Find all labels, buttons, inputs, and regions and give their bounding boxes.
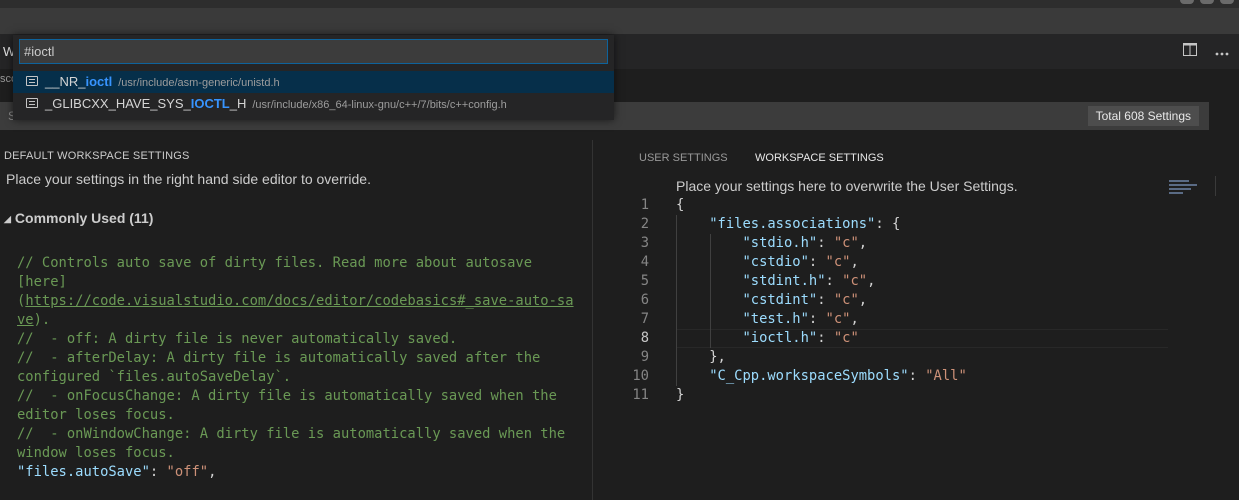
default-settings-pane: DEFAULT WORKSPACE SETTINGS Place your se… (0, 140, 592, 500)
quick-open-input[interactable] (20, 40, 607, 63)
setting-value: "off" (166, 464, 209, 480)
title-bar (0, 0, 1239, 34)
symbol-constant-icon (26, 76, 38, 86)
title-bar-top-strip (0, 0, 1239, 8)
code-text: "cstdio": "c", (742, 254, 859, 270)
result-path: /usr/include/x86_64-linux-gnu/c++/7/bits… (252, 99, 507, 111)
comment-line: // Controls auto save of dirty files. Re… (17, 255, 532, 271)
default-settings-description: Place your settings in the right hand si… (6, 171, 371, 187)
group-title-label: Commonly Used (11) (14, 210, 154, 226)
window-minimize-icon[interactable] (1180, 0, 1194, 4)
total-settings-badge: Total 608 Settings (1087, 106, 1199, 126)
comment-line: // - off: A dirty file is never automati… (17, 331, 458, 347)
line-number: 10 (632, 368, 649, 384)
editor-line[interactable]: 3 "stdio.h": "c", (593, 234, 1239, 253)
result-label: __NR_ioctl/usr/include/asm-generic/unist… (45, 74, 280, 89)
split-editor-icon[interactable] (1181, 43, 1199, 61)
editor-line[interactable]: 7 "test.h": "c", (593, 310, 1239, 329)
comment-line: (https://code.visualstudio.com/docs/edit… (17, 293, 574, 309)
line-number: 8 (640, 330, 649, 346)
autosave-setting-line[interactable]: "files.autoSave": "off", (17, 463, 587, 482)
quick-open-result[interactable]: __NR_ioctl/usr/include/asm-generic/unist… (13, 71, 614, 93)
default-settings-code: // Controls auto save of dirty files. Re… (17, 254, 587, 482)
indent-guide (710, 234, 711, 348)
editor-line[interactable]: 2 "files.associations": { (593, 215, 1239, 234)
comment-line: // - afterDelay: A dirty file is automat… (17, 350, 541, 366)
editor-line[interactable]: 8 "ioctl.h": "c" (593, 329, 1239, 348)
code-text: "cstdint": "c", (742, 292, 868, 308)
workspace-settings-description: Place your settings here to overwrite th… (676, 178, 1018, 194)
line-number: 2 (640, 216, 649, 232)
comment-line: [here] (17, 274, 67, 290)
symbol-constant-icon (26, 98, 38, 108)
comment-line: window loses focus. (17, 445, 175, 461)
editor-line[interactable]: 5 "stdint.h": "c", (593, 272, 1239, 291)
setting-key: "files.autoSave" (17, 464, 150, 480)
editor-line[interactable]: 11} (593, 386, 1239, 405)
indent-guide (676, 215, 677, 386)
line-number: 5 (640, 273, 649, 289)
window-maximize-icon[interactable] (1200, 0, 1214, 4)
collapse-caret-icon[interactable]: ◢ (4, 214, 11, 225)
editor-line[interactable]: 1{ (593, 196, 1239, 215)
autosave-docs-link[interactable]: https://code.visualstudio.com/docs/edito… (25, 293, 573, 309)
editor-minimap[interactable] (1169, 180, 1201, 196)
autosave-docs-link-cont[interactable]: ve (17, 312, 34, 328)
line-number: 4 (640, 254, 649, 270)
comment-line: // - onWindowChange: A dirty file is aut… (17, 426, 566, 442)
settings-json-editor[interactable]: 1{2 "files.associations": {3 "stdio.h": … (593, 196, 1239, 405)
commonly-used-group[interactable]: ◢ Commonly Used (11) (4, 210, 153, 226)
line-number: 6 (640, 292, 649, 308)
workspace-settings-pane: USER SETTINGS WORKSPACE SETTINGS Place y… (593, 140, 1239, 500)
line-number: 3 (640, 235, 649, 251)
editor-scrollbar[interactable] (1215, 176, 1227, 196)
code-text: "ioctl.h": "c" (742, 330, 859, 346)
code-text: "C_Cpp.workspaceSymbols": "All" (709, 368, 967, 384)
default-settings-header: DEFAULT WORKSPACE SETTINGS (4, 150, 190, 162)
editor-line[interactable]: 10 "C_Cpp.workspaceSymbols": "All" (593, 367, 1239, 386)
editor-line[interactable]: 9 }, (593, 348, 1239, 367)
line-number: 1 (640, 197, 649, 213)
quick-open-widget: __NR_ioctl/usr/include/asm-generic/unist… (13, 35, 614, 120)
comment-line: configured `files.autoSaveDelay`. (17, 369, 292, 385)
result-path: /usr/include/asm-generic/unistd.h (118, 77, 280, 89)
result-label: _GLIBCXX_HAVE_SYS_IOCTL_H/usr/include/x8… (45, 96, 507, 111)
line-number: 7 (640, 311, 649, 327)
code-text: { (676, 197, 685, 213)
window-close-icon[interactable] (1220, 0, 1234, 4)
editor-line[interactable]: 4 "cstdio": "c", (593, 253, 1239, 272)
code-text: "test.h": "c", (742, 311, 859, 327)
comment-line: // - onFocusChange: A dirty file is auto… (17, 388, 557, 404)
quick-open-input-box[interactable] (19, 39, 608, 64)
line-number: 9 (640, 349, 649, 365)
code-text: "stdint.h": "c", (742, 273, 876, 289)
more-actions-icon[interactable] (1213, 43, 1231, 61)
code-text: "files.associations": { (709, 216, 901, 232)
editor-line[interactable]: 6 "cstdint": "c", (593, 291, 1239, 310)
code-text: } (676, 387, 685, 403)
tab-user-settings[interactable]: USER SETTINGS (639, 152, 728, 164)
line-number: 11 (632, 387, 649, 403)
code-text: "stdio.h": "c", (742, 235, 868, 251)
quick-open-result[interactable]: _GLIBCXX_HAVE_SYS_IOCTL_H/usr/include/x8… (13, 93, 614, 115)
comment-line: editor loses focus. (17, 407, 175, 423)
code-text: }, (709, 349, 726, 365)
comment-line: ve). (17, 312, 51, 328)
tab-workspace-settings[interactable]: WORKSPACE SETTINGS (755, 152, 884, 164)
